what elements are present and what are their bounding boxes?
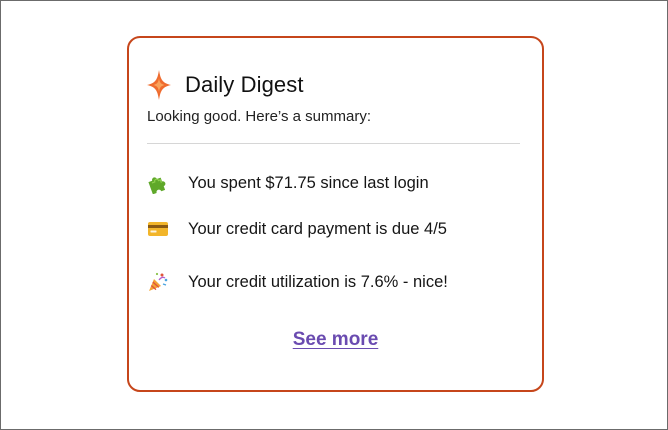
digest-item-text: You spent $71.75 since last login [188, 173, 429, 192]
digest-item-text: Your credit utilization is 7.6% - nice! [188, 272, 448, 291]
divider [147, 143, 520, 144]
window-frame: Daily Digest Looking good. Here’s a summ… [0, 0, 668, 430]
daily-digest-card: Daily Digest Looking good. Here’s a summ… [127, 36, 544, 392]
see-more-container: See more [129, 329, 542, 351]
digest-item-spending: You spent $71.75 since last login [147, 172, 429, 194]
puzzle-piece-icon [148, 177, 166, 194]
sparkle-icon [147, 70, 171, 100]
credit-card-icon [148, 222, 168, 236]
see-more-link[interactable]: See more [293, 329, 379, 350]
card-header: Daily Digest [147, 70, 304, 100]
digest-item-utilization: Your credit utilization is 7.6% - nice! [147, 271, 448, 293]
party-popper-icon [149, 272, 168, 291]
digest-item-payment: Your credit card payment is due 4/5 [147, 218, 447, 240]
card-subtitle: Looking good. Here’s a summary: [147, 108, 372, 125]
card-title: Daily Digest [185, 72, 304, 97]
digest-item-text: Your credit card payment is due 4/5 [188, 219, 447, 238]
